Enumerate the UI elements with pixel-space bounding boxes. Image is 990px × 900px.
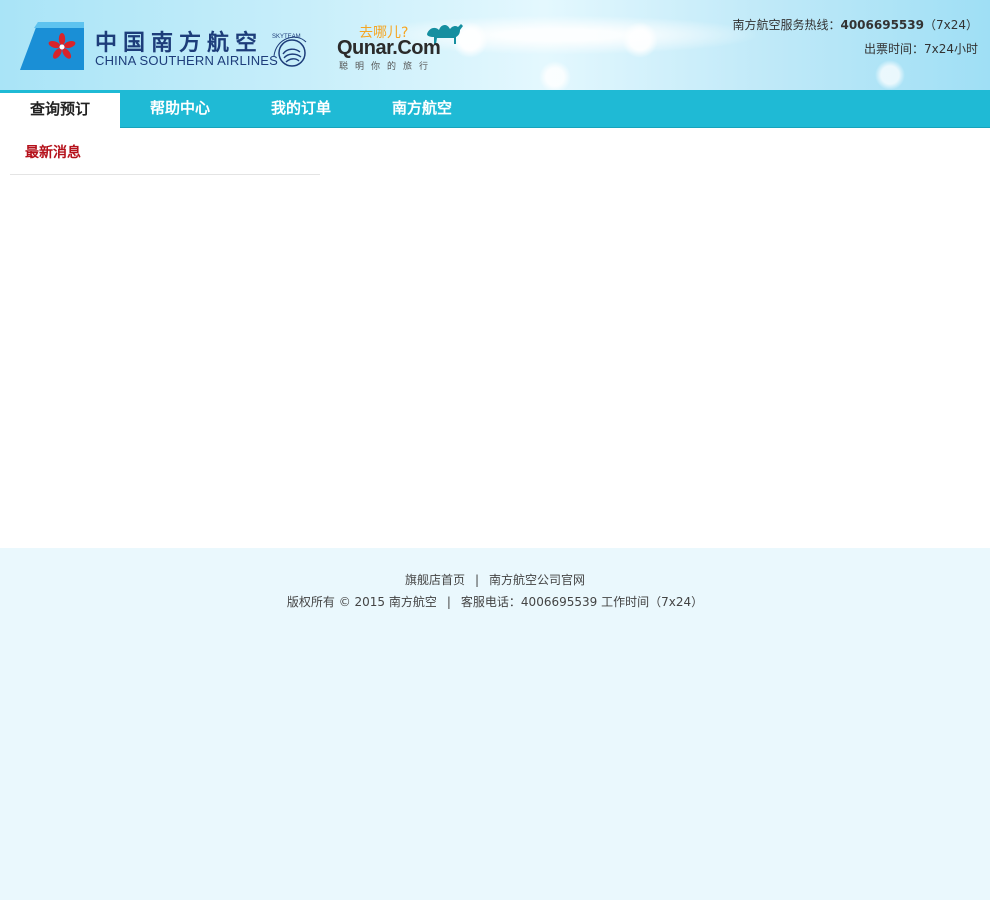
footer-separator: | (474, 573, 480, 587)
service-hotline-text: 客服电话：4006695539 工作时间（7x24） (460, 595, 704, 609)
copyright-text: 版权所有 © 2015 南方航空 (286, 595, 437, 609)
hotline-info: 南方航空服务热线：4006695539（7x24） 出票时间：7x24小时 (732, 13, 978, 61)
hotline-number: 4006695539 (840, 18, 924, 32)
footer-link-store-home[interactable]: 旗舰店首页 (405, 573, 465, 587)
brand-name-en: CHINA SOUTHERN AIRLINES (95, 53, 279, 68)
main-nav: 查询预订 帮助中心 我的订单 南方航空 (0, 90, 990, 128)
nav-tab-my-orders[interactable]: 我的订单 (241, 90, 361, 127)
ticket-hours: 出票时间：7x24小时 (863, 42, 978, 56)
news-divider (10, 174, 320, 175)
skyteam-text: SKYTEAM (272, 34, 301, 40)
hotline-hours: （7x24） (923, 18, 978, 32)
hotline-line: 南方航空服务热线：4006695539（7x24） (732, 13, 978, 37)
latest-news-title: 最新消息 (25, 145, 81, 161)
qunar-logo[interactable]: 去哪儿? Qunar.Com 聪明你的旅行 (337, 20, 467, 72)
footer-separator: | (446, 595, 451, 609)
skyteam-logo-icon: SKYTEAM (272, 34, 307, 67)
footer: 旗舰店首页 | 南方航空公司官网 版权所有 © 2015 南方航空 | 客服电话：400… (0, 548, 990, 900)
china-southern-logo[interactable]: 中国南方航空 CHINA SOUTHERN AIRLINES SKYTEAM (20, 22, 320, 72)
kapok-tail-icon (20, 22, 84, 70)
qunar-slogan: 聪明你的旅行 (339, 62, 436, 72)
qunar-wordmark: Qunar.Com (337, 37, 441, 59)
nav-tab-china-southern[interactable]: 南方航空 (362, 90, 482, 127)
header-banner: 中国南方航空 CHINA SOUTHERN AIRLINES SKYTEAM 去… (0, 0, 990, 90)
footer-copyright: 版权所有 © 2015 南方航空 | 客服电话：4006695539 工作时间（7x… (0, 593, 990, 610)
hotline-label: 南方航空服务热线： (732, 18, 841, 32)
nav-tab-search-booking[interactable]: 查询预订 (0, 90, 120, 128)
main-content: 最新消息 (0, 128, 990, 548)
footer-links: 旗舰店首页 | 南方航空公司官网 (0, 571, 990, 588)
footer-link-official-site[interactable]: 南方航空公司官网 (489, 573, 585, 587)
nav-tab-help-center[interactable]: 帮助中心 (120, 90, 240, 127)
